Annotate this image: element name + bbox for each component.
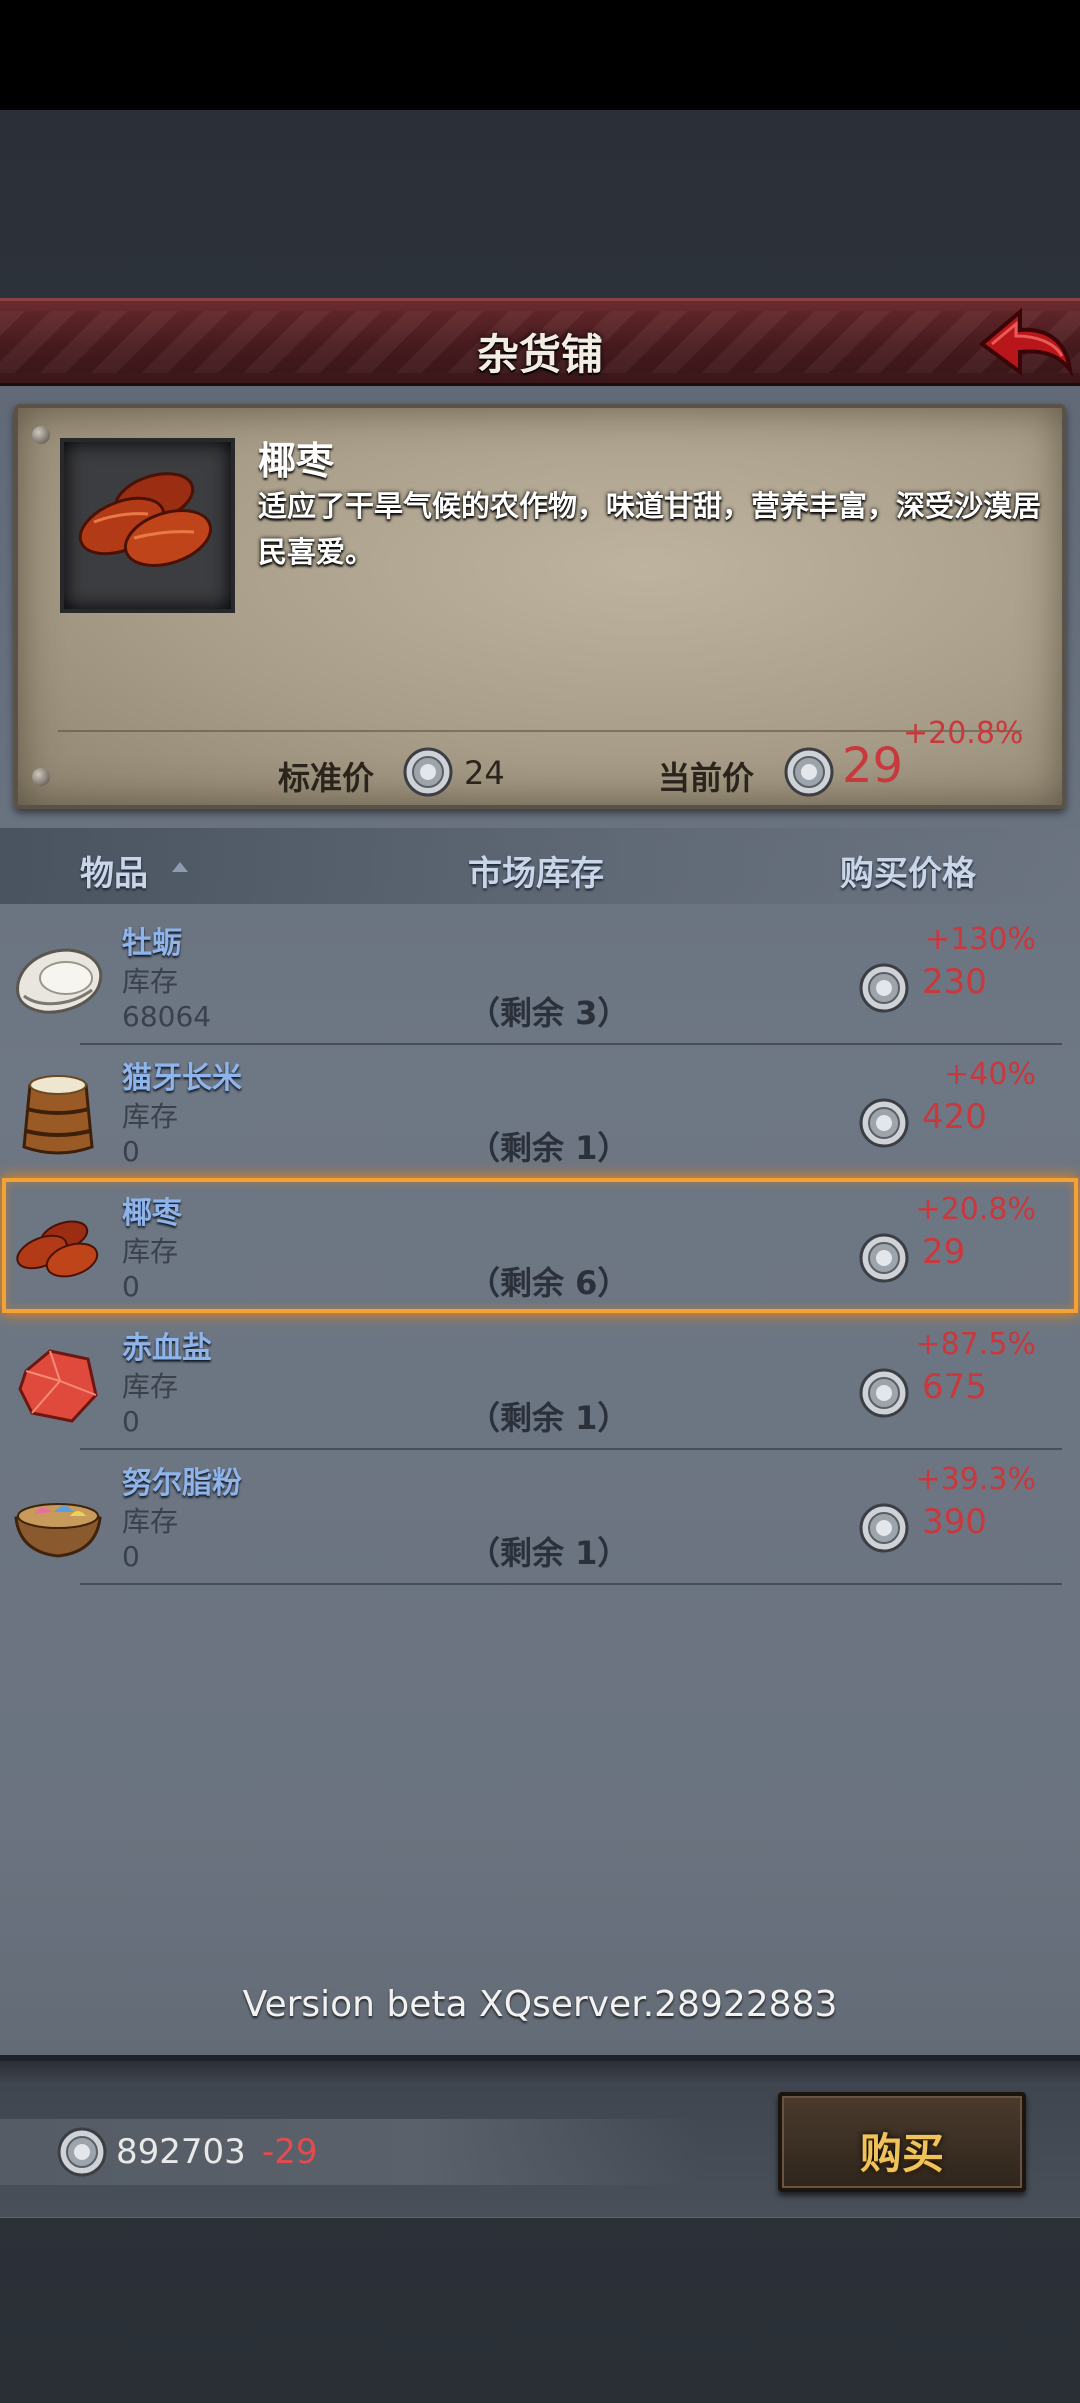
row-price: 420 — [922, 1097, 987, 1137]
row-remaining: （剩余 1） — [468, 1129, 630, 1167]
table-row[interactable]: 牡蛎 库存 68064 （剩余 3） +130% 230 — [0, 910, 1080, 1045]
silver-coin-icon — [402, 746, 454, 802]
item-name: 椰枣 — [258, 439, 335, 483]
row-remaining: （剩余 3） — [468, 994, 630, 1032]
money-balance: 892703 — [116, 2132, 246, 2172]
red-salt-icon — [18, 1349, 98, 1423]
item-image-frame — [60, 438, 235, 613]
silver-coin-icon — [858, 1367, 910, 1423]
silver-coin-icon — [858, 962, 910, 1018]
row-price-change: +130% — [925, 922, 1036, 957]
item-detail-card: 椰枣 适应了干旱气候的农作物，味道甘甜，营养丰富，深受沙漠居民喜爱。 标准价 2… — [14, 404, 1066, 809]
money-delta: -29 — [262, 2132, 318, 2172]
row-stock-value: 0 — [122, 1405, 140, 1438]
row-price: 230 — [922, 962, 987, 1002]
selection-highlight — [2, 1178, 1078, 1313]
rivet-icon — [32, 426, 50, 444]
rivet-icon — [32, 768, 50, 786]
page-title: 杂货铺 — [476, 330, 603, 379]
row-stock-label: 库存 — [122, 1505, 179, 1538]
oyster-icon — [16, 948, 103, 1014]
buy-button-label: 购买 — [859, 2129, 944, 2178]
row-stock-value: 68064 — [122, 1000, 212, 1033]
rice-barrel-icon — [22, 1075, 94, 1155]
row-stock-label: 库存 — [122, 1370, 179, 1403]
silver-coin-icon — [858, 1502, 910, 1558]
standard-price-label: 标准价 — [278, 759, 375, 797]
silver-coin-icon — [56, 2126, 108, 2182]
current-price-label: 当前价 — [658, 759, 755, 797]
title-bar: 杂货铺 — [0, 298, 1080, 386]
row-stock-label: 库存 — [122, 1100, 179, 1133]
back-arrow-icon — [978, 307, 1073, 378]
dates-icon — [78, 472, 213, 567]
version-text: Version beta XQserver.28922883 — [242, 1984, 838, 2025]
table-row[interactable]: 努尔脂粉 库存 0 （剩余 1） +39.3% 390 — [0, 1450, 1080, 1585]
row-price: 390 — [922, 1502, 987, 1542]
row-item-name: 努尔脂粉 — [122, 1466, 242, 1501]
row-item-name: 牡蛎 — [122, 926, 182, 961]
row-item-name: 赤血盐 — [122, 1331, 212, 1366]
item-description: 适应了干旱气候的农作物，味道甘甜，营养丰富，深受沙漠居民喜爱。 — [258, 489, 1042, 569]
current-price-value: 29 — [842, 738, 904, 794]
row-stock-label: 库存 — [122, 965, 179, 998]
table-row[interactable]: 猫牙长米 库存 0 （剩余 1） +40% 420 — [0, 1045, 1080, 1180]
row-price-change: +40% — [944, 1057, 1036, 1092]
sort-ascending-icon — [172, 862, 188, 872]
column-header-market-stock[interactable]: 市场库存 — [468, 846, 604, 895]
row-price-change: +39.3% — [915, 1462, 1036, 1497]
back-button[interactable] — [976, 304, 1076, 382]
column-header-item[interactable]: 物品 — [80, 846, 148, 895]
column-header-buy-price[interactable]: 购买价格 — [840, 846, 976, 895]
row-stock-value: 0 — [122, 1540, 140, 1573]
silver-coin-icon — [783, 746, 835, 802]
status-bar-area — [0, 0, 1080, 110]
divider — [58, 730, 1022, 732]
row-price: 675 — [922, 1367, 987, 1407]
row-item-name: 猫牙长米 — [122, 1061, 242, 1096]
silver-coin-icon — [858, 1097, 910, 1153]
row-price-change: +87.5% — [915, 1327, 1036, 1362]
row-remaining: （剩余 1） — [468, 1534, 630, 1572]
row-remaining: （剩余 1） — [468, 1399, 630, 1437]
buy-button[interactable]: 购买 — [778, 2092, 1026, 2192]
current-price-change: +20.8% — [903, 716, 1024, 751]
standard-price-value: 24 — [464, 754, 505, 792]
row-stock-value: 0 — [122, 1135, 140, 1168]
table-header: 物品 市场库存 购买价格 — [0, 828, 1080, 904]
table-row[interactable]: 赤血盐 库存 0 （剩余 1） +87.5% 675 — [0, 1315, 1080, 1450]
divider — [80, 1583, 1062, 1585]
powder-bowl-icon — [14, 1503, 102, 1558]
